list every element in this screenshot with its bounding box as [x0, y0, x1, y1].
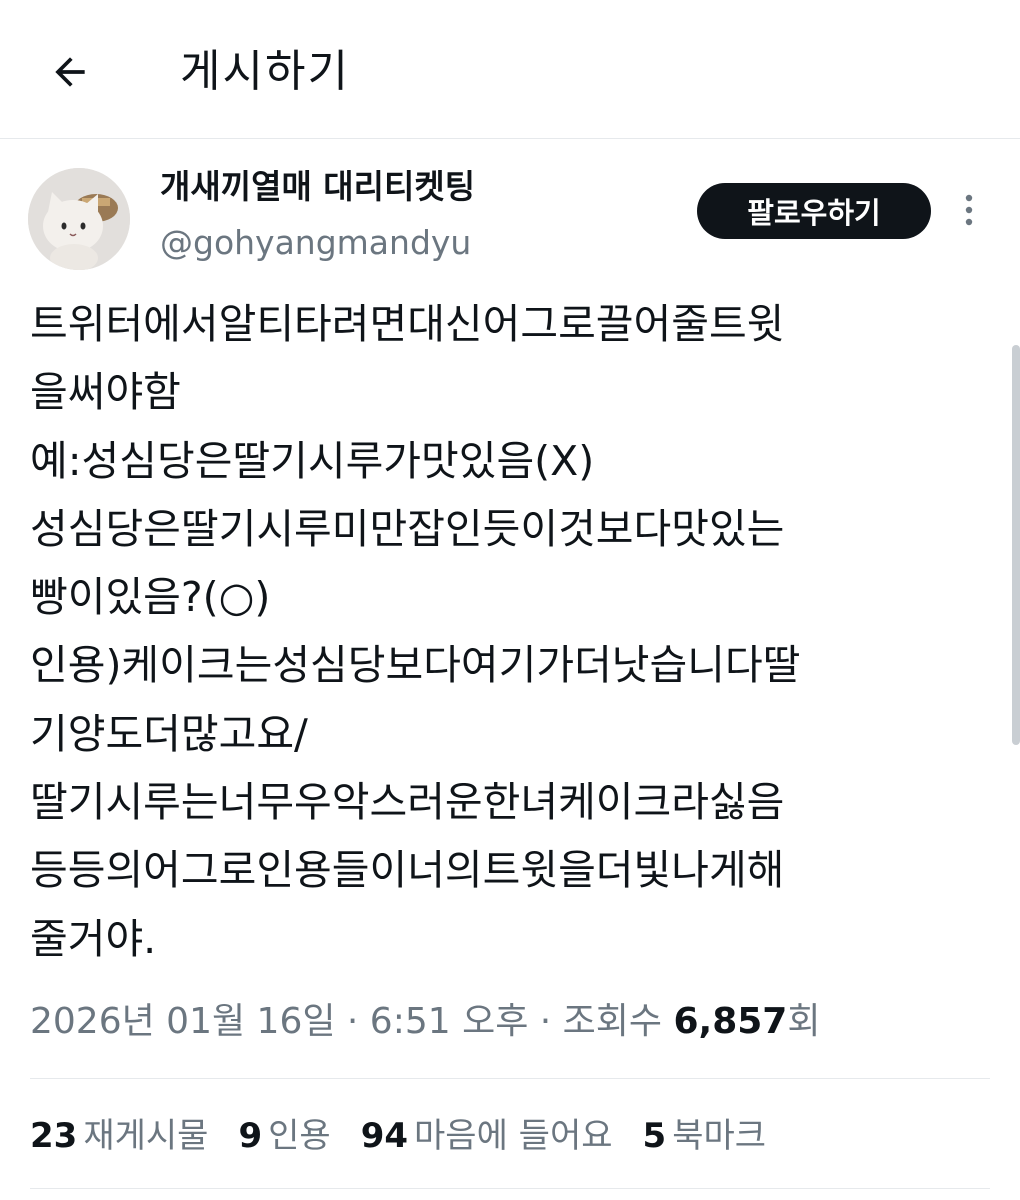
page-title: 게시하기 — [180, 46, 350, 97]
author-handle[interactable]: @gohyangmandyu — [160, 220, 471, 266]
retweets-stat[interactable]: 23 재게시물 — [30, 1110, 208, 1162]
bookmarks-count: 5 — [642, 1116, 667, 1156]
tweet-line: 딸기시루는너무우악스러운한녀케이크라싫음 — [30, 778, 785, 827]
quotes-count: 9 — [238, 1116, 263, 1156]
tweet-line: 성심당은딸기시루미만잡인듯이것보다맛있는 — [30, 504, 785, 553]
avatar[interactable] — [28, 168, 130, 270]
tweet-meta: 2026년 01월 16일 · 6:51 오후 · 조회수 6,857회 — [30, 996, 820, 1048]
tweet-line: 등등의어그로인용들이너의트윗을더빛나게해 — [30, 846, 785, 895]
tweet-line: 줄거야. — [30, 914, 157, 963]
timestamp[interactable]: 2026년 01월 16일 · 6:51 오후 · 조회수 — [30, 1001, 673, 1042]
top-bar: 게시하기 — [0, 0, 1020, 139]
divider — [30, 1188, 990, 1189]
quotes-label: 인용 — [268, 1116, 331, 1156]
cat-plush-avatar-icon — [28, 168, 130, 270]
views-suffix: 회 — [787, 1001, 821, 1042]
tweet-line: 트위터에서알티타려면대신어그로끌어줄트윗 — [30, 300, 785, 348]
author-display-name[interactable]: 개새끼열매 대리티켓팅 — [160, 164, 475, 210]
tweet-line: 빵이있음?(○) — [30, 573, 271, 622]
divider — [30, 1078, 990, 1079]
likes-count: 94 — [360, 1116, 409, 1156]
tweet-line: 을써야함 — [30, 368, 181, 417]
back-button[interactable] — [42, 44, 98, 100]
bookmarks-label: 북마크 — [672, 1116, 767, 1156]
follow-button[interactable]: 팔로우하기 — [697, 183, 931, 239]
likes-stat[interactable]: 94 마음에 들어요 — [361, 1110, 613, 1162]
tweet-text: 트위터에서알티타려면대신어그로끌어줄트윗 을써야함 예:성심당은딸기시루가맛있음… — [30, 290, 970, 973]
retweets-count: 23 — [30, 1116, 78, 1156]
tweet-line: 예:성심당은딸기시루가맛있음(X) — [30, 436, 595, 485]
engagement-stats: 23 재게시물 9 인용 94 마음에 들어요 5 북마크 — [30, 1110, 796, 1162]
likes-label: 마음에 들어요 — [414, 1116, 613, 1156]
more-vertical-icon — [965, 194, 973, 226]
scrollbar[interactable] — [1012, 345, 1020, 745]
tweet-line: 인용)케이크는성심당보다여기가더낫습니다딸 — [30, 641, 801, 690]
bookmarks-stat[interactable]: 5 북마크 — [643, 1110, 767, 1162]
quotes-stat[interactable]: 9 인용 — [238, 1110, 330, 1162]
arrow-left-icon — [55, 57, 85, 87]
tweet-line: 기양도더많고요/ — [30, 709, 308, 758]
more-button[interactable] — [952, 188, 986, 232]
views-count: 6,857 — [673, 1001, 788, 1042]
retweets-label: 재게시물 — [83, 1116, 209, 1156]
